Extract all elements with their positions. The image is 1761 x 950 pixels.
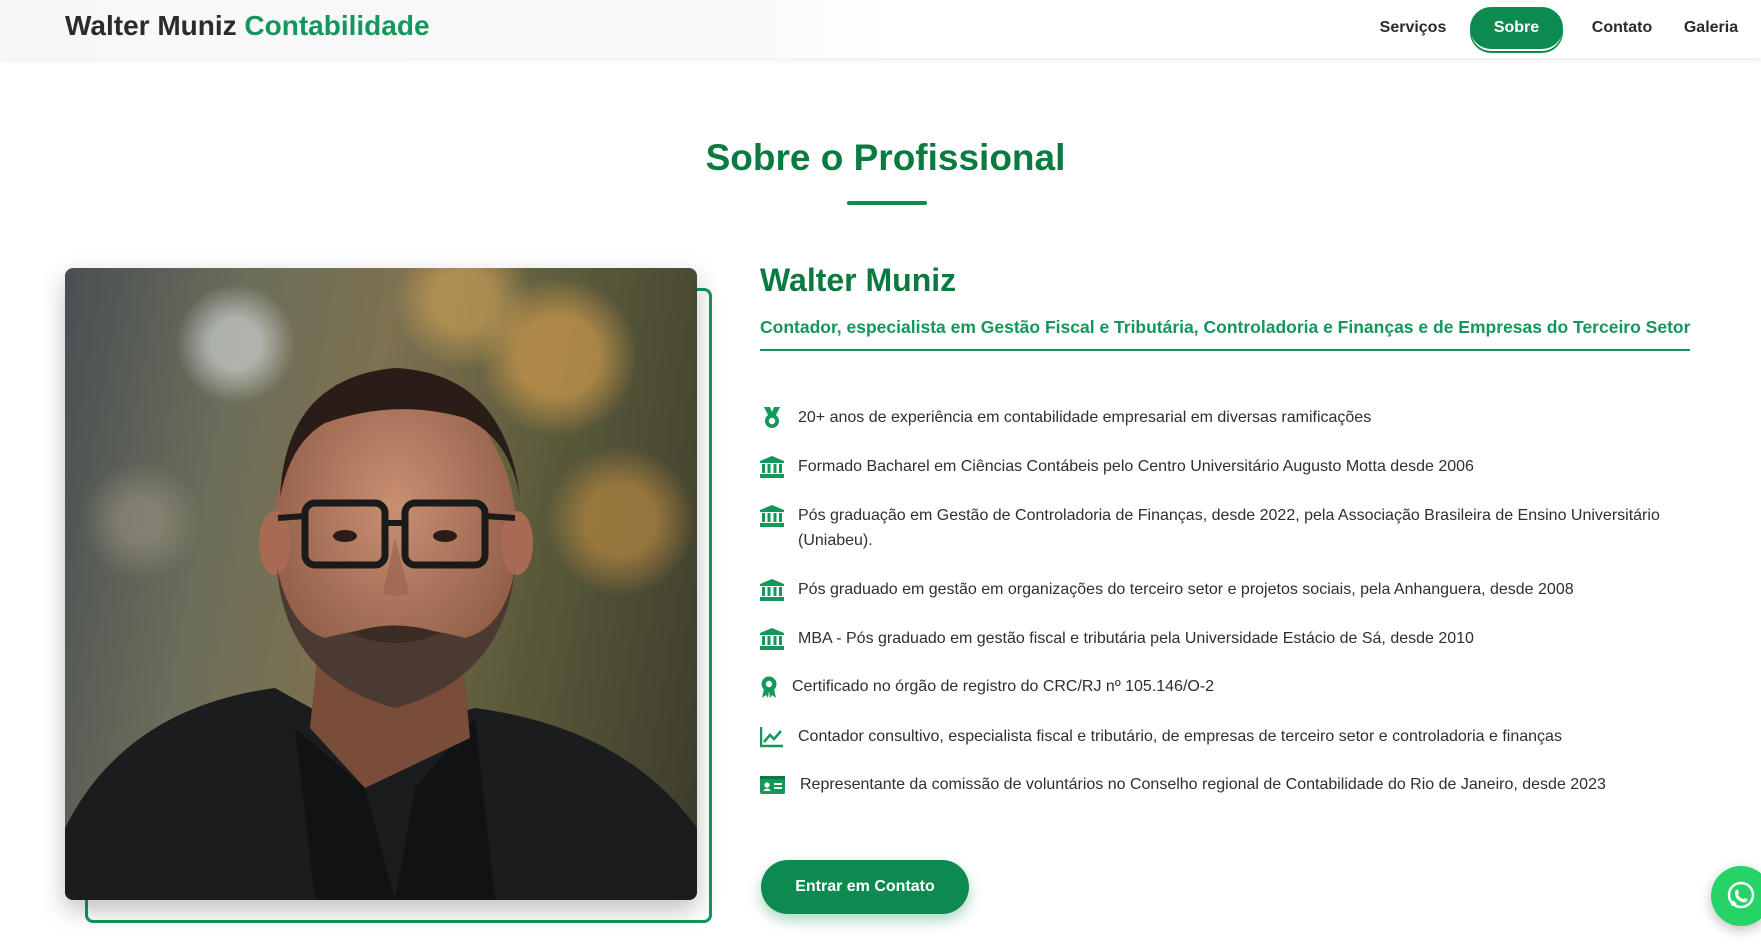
brand-primary: Walter Muniz bbox=[65, 10, 237, 41]
brand-logo[interactable]: Walter Muniz Contabilidade bbox=[65, 10, 430, 42]
nav-item-servicos[interactable]: Serviços bbox=[1363, 7, 1463, 49]
university-icon bbox=[760, 456, 784, 478]
list-item-text: MBA - Pós graduado em gestão fiscal e tr… bbox=[798, 630, 1474, 647]
title-underline bbox=[847, 201, 927, 205]
list-item-text: Pós graduação em Gestão de Controladoria… bbox=[798, 507, 1660, 549]
site-header: Walter Muniz Contabilidade Serviços Sobr… bbox=[0, 0, 1761, 58]
person-illustration bbox=[65, 368, 697, 900]
university-icon bbox=[760, 628, 784, 650]
list-item-text: Formado Bacharel em Ciências Contábeis p… bbox=[798, 458, 1474, 475]
list-item-text: Certificado no órgão de registro do CRC/… bbox=[792, 678, 1215, 695]
nav-item-sobre[interactable]: Sobre bbox=[1470, 7, 1563, 49]
university-icon bbox=[760, 505, 784, 527]
award-icon bbox=[760, 676, 784, 698]
whatsapp-icon bbox=[1711, 881, 1761, 930]
profile-photo bbox=[65, 268, 697, 900]
section-title: Sobre o Profissional bbox=[705, 137, 1066, 178]
contact-button[interactable]: Entrar em Contato bbox=[761, 860, 969, 914]
professional-subtitle: Contador, especialista em Gestão Fiscal … bbox=[760, 317, 1691, 351]
medal-icon bbox=[760, 407, 784, 429]
id-card-icon bbox=[760, 774, 785, 796]
list-item-text: Representante da comissão de voluntários… bbox=[800, 776, 1606, 793]
list-item-text: 20+ anos de experiência em contabilidade… bbox=[798, 409, 1372, 426]
professional-name: Walter Muniz bbox=[760, 262, 957, 298]
nav-item-galeria[interactable]: Galeria bbox=[1676, 7, 1746, 49]
list-item-text: Contador consultivo, especialista fiscal… bbox=[798, 728, 1562, 745]
whatsapp-button[interactable] bbox=[1711, 866, 1761, 926]
list-item-text: Pós graduado em gestão em organizações d… bbox=[798, 581, 1574, 598]
university-icon bbox=[760, 579, 784, 601]
chart-line-icon bbox=[759, 726, 784, 748]
nav-item-contato[interactable]: Contato bbox=[1580, 7, 1664, 49]
brand-secondary: Contabilidade bbox=[244, 10, 430, 41]
